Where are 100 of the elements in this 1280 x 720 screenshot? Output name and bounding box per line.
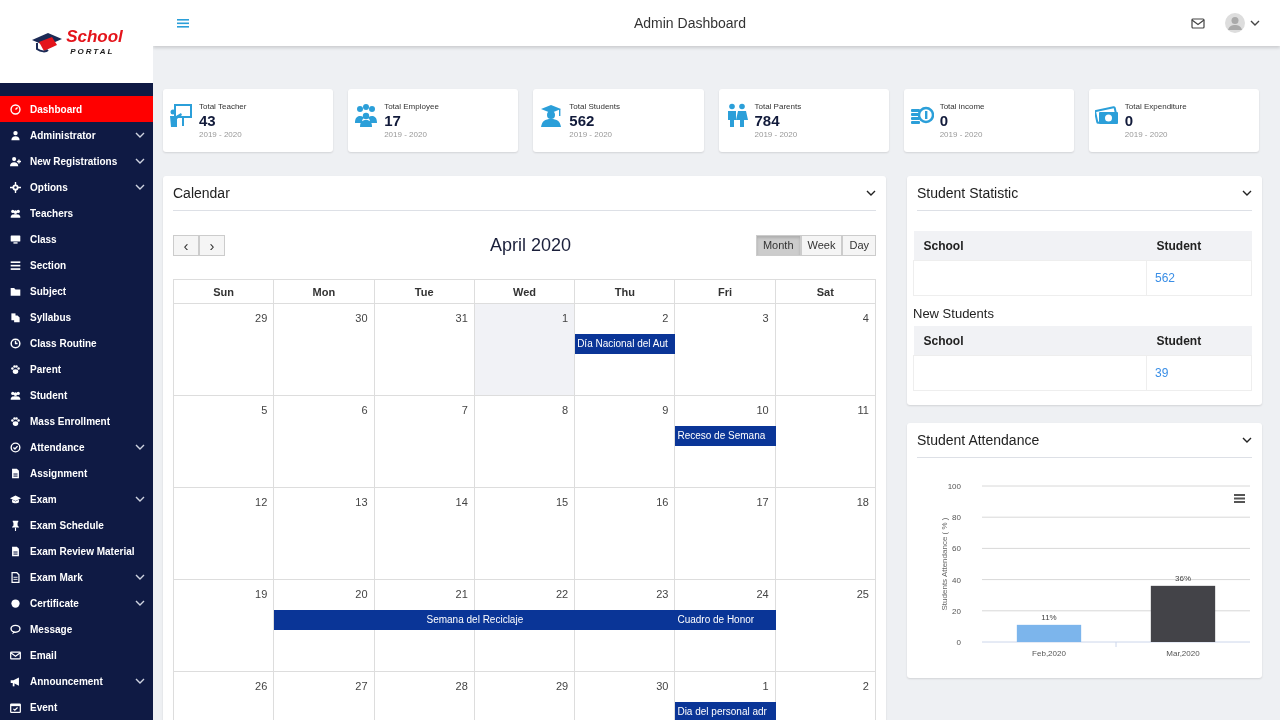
sidebar-item[interactable]: Mass Enrollment [0,408,153,434]
pin-icon [10,519,21,531]
column-header: School [913,326,1147,356]
paw-icon [10,363,21,375]
stat-value: 562 [569,112,595,130]
sidebar-item[interactable]: Options [0,174,153,200]
axis-title: Students Attendance ( % ) [940,517,949,611]
sidebar-item[interactable]: Subject [0,278,153,304]
sidebar-item[interactable]: Exam Mark [0,564,153,590]
day-cell: 13 [274,488,375,579]
view-tab[interactable]: Day [842,234,876,256]
stat-value: 0 [1124,112,1134,130]
card-title: Student Attendance [917,432,1040,448]
calendar-event[interactable]: Dia del personal adr [675,702,776,720]
sidebar-item[interactable]: Section [0,252,153,278]
paw-icon [10,415,21,427]
folder-icon [10,285,21,297]
day-cell: 28 [374,672,475,720]
sidebar-item[interactable]: Email [0,642,153,668]
sidebar-item[interactable]: Exam Schedule [0,512,153,538]
sidebar-item[interactable]: New Registrations [0,148,153,174]
page-title: Admin Dashboard [633,15,747,31]
lines-icon [10,259,21,271]
person-plus-icon [10,155,21,167]
axis-tick-label: 80 [952,513,961,523]
next-button[interactable]: › [199,234,225,256]
sidebar-item[interactable]: Announcement [0,668,153,694]
day-cell: 27 [274,672,375,720]
day-cell: 30 [274,304,375,395]
category-label: Feb,2020 [1032,649,1066,658]
weekday-header: Sat [775,280,876,303]
axis-tick-label: 40 [952,575,961,585]
chevron-down-icon [135,677,145,685]
chevron-down-icon [135,599,145,607]
group-icon [354,103,379,127]
day-cell: 1 [474,304,576,395]
calendar-event[interactable]: Semana del Reciclaje [274,610,676,630]
person-icon [10,129,21,141]
stat-period: 2019 - 2020 [754,130,798,140]
stat-value: 17 [384,112,401,130]
weekday-header: Fri [675,280,776,303]
calendar-event[interactable]: Día Nacional del Aut [575,334,676,354]
chart-bar [1150,585,1216,642]
mail-icon[interactable] [1191,16,1205,30]
calendar-event[interactable]: Cuadro de Honor [675,610,776,630]
day-cell: 6 [274,396,375,487]
stat-label: Total Students [569,101,621,112]
sidebar-item[interactable]: Parent [0,356,153,382]
sidebar-item[interactable]: Assignment [0,460,153,486]
sidebar-item[interactable]: Syllabus [0,304,153,330]
previous-button[interactable]: ‹ [173,234,199,256]
day-cell: 17 [675,488,776,579]
day-cell: 15 [474,488,576,579]
monitor-icon [10,233,21,245]
day-cell: 29 [174,304,275,395]
stat-value: 0 [939,112,948,130]
document-icon [10,545,21,557]
chevron-down-icon [135,131,145,139]
column-header: School [913,231,1147,261]
sidebar-item[interactable]: Message [0,616,153,642]
value-label: 36% [1175,573,1191,583]
chevron-down-icon [1250,19,1260,27]
weekday-header: Thu [575,280,676,303]
stat-label: Total income [939,101,985,112]
month-title: April 2020 [489,234,571,256]
section-title: New Students [913,306,995,321]
view-tab[interactable]: Month [755,234,801,256]
chevron-down-icon [135,573,145,581]
sidebar-item[interactable]: Student [0,382,153,408]
check-circle-icon [10,441,21,453]
dot-icon [10,597,21,609]
sidebar-item[interactable]: Event [0,694,153,720]
day-cell: 12 [174,488,275,579]
sidebar-item[interactable]: Attendance [0,434,153,460]
sidebar-item[interactable]: Class [0,226,153,252]
sidebar-item[interactable]: Exam [0,486,153,512]
sidebar-item[interactable]: Exam Review Material [0,538,153,564]
sidebar-item[interactable]: Certificate [0,590,153,616]
axis-tick-label: 60 [952,544,961,554]
axis-tick-label: 20 [952,606,961,616]
axis-tick-label: 0 [956,638,961,647]
stat-period: 2019 - 2020 [569,130,613,140]
day-cell: 16 [575,488,676,579]
sidebar-item[interactable]: Administrator [0,122,153,148]
column-header: Student [1146,231,1252,261]
gauge-icon [10,103,21,115]
sidebar-item[interactable]: Class Routine [0,330,153,356]
menu-icon[interactable] [1234,494,1245,503]
calendar-event[interactable]: Receso de Semana [675,426,776,446]
envelope-icon [10,649,21,661]
stat-value: 43 [199,112,216,130]
weekday-header: Tue [374,280,475,303]
day-cell: 26 [174,672,275,720]
logo-text: School [66,27,123,47]
sidebar-item[interactable]: Teachers [0,200,153,226]
chevron-down-icon [866,189,876,197]
stat-label: Total Parents [754,101,802,112]
view-tab[interactable]: Week [800,234,843,256]
sidebar-item[interactable]: Dashboard [0,96,153,122]
day-cell: 8 [474,396,576,487]
